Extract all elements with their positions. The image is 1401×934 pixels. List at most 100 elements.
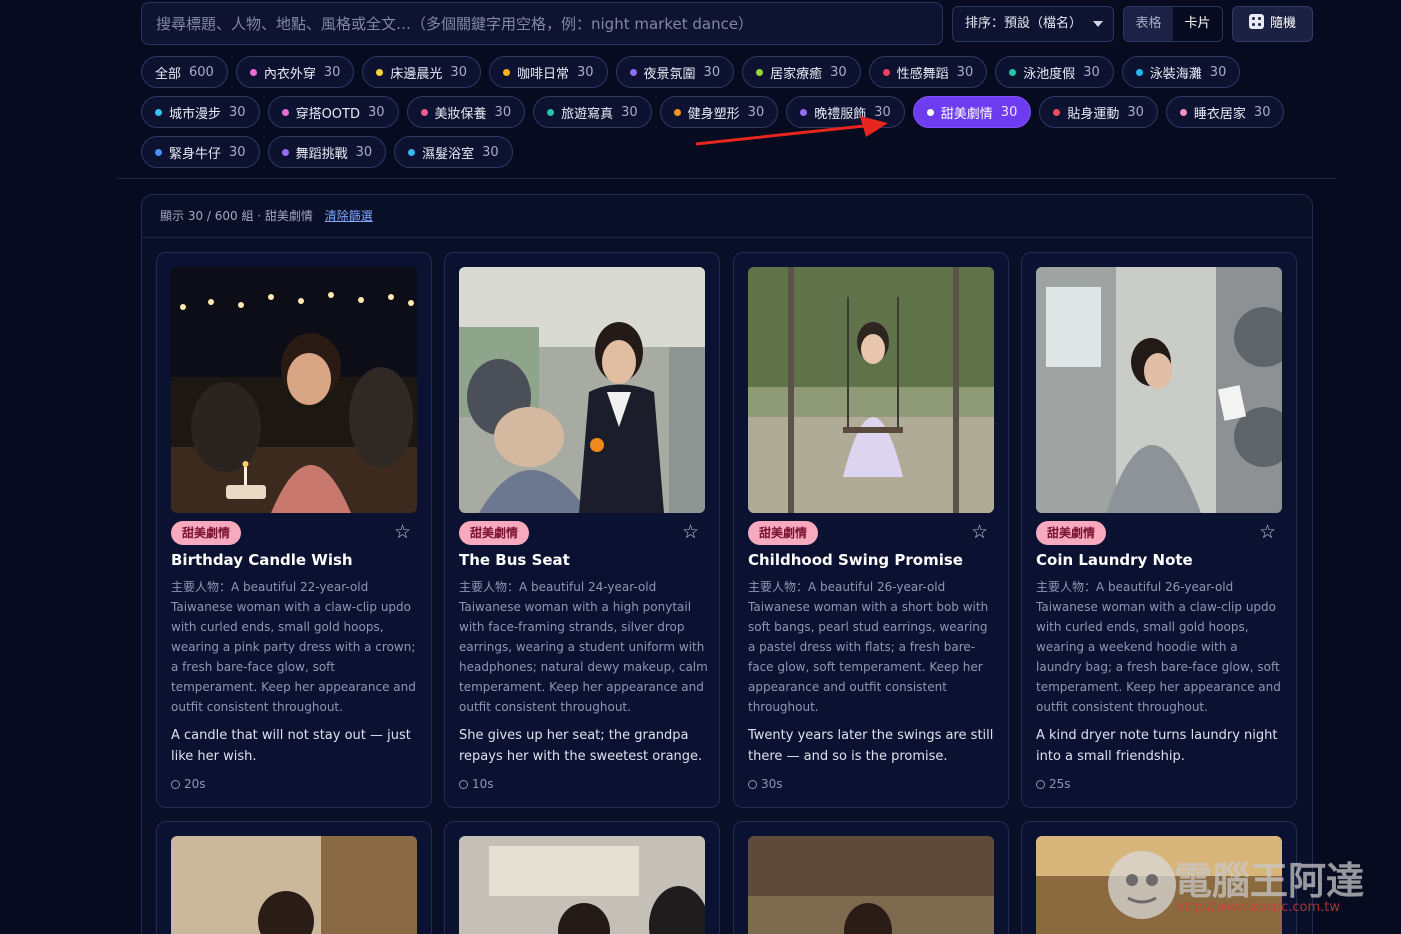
dot-icon <box>673 108 681 116</box>
category-chip[interactable]: 咖啡日常 30 <box>488 56 608 88</box>
story-card[interactable] <box>156 821 432 934</box>
duration-value: 10s <box>472 777 494 791</box>
watermark-logo: 電腦王阿達 http://www.kocpc.com.tw <box>1100 840 1390 930</box>
card-thumbnail <box>171 267 417 513</box>
favorite-star-icon[interactable]: ☆ <box>682 521 699 543</box>
clock-icon <box>171 780 180 789</box>
dot-icon <box>926 108 934 116</box>
favorite-star-icon[interactable]: ☆ <box>971 521 988 543</box>
card-duration: 10s <box>459 777 494 791</box>
category-chip[interactable]: 居家療癒 30 <box>742 56 861 88</box>
results-summary: 顯示 30 / 600 組 · 甜美劇情 <box>160 209 313 223</box>
chip-label: 內衣外穿 <box>263 66 316 82</box>
chip-count: 30 <box>355 144 373 160</box>
category-chip[interactable]: 旅遊寫真 30 <box>533 96 652 128</box>
category-chip[interactable]: 床邊晨光 30 <box>362 56 481 88</box>
view-toggle: 表格 卡片 <box>1123 6 1223 42</box>
card-thumbnail <box>459 267 705 513</box>
story-card[interactable] <box>444 821 720 934</box>
chip-count: 30 <box>1000 104 1018 120</box>
chip-label: 緊身牛仔 <box>169 146 222 162</box>
category-chip[interactable]: 泳裝海灘 30 <box>1121 56 1241 88</box>
chip-count: 30 <box>367 104 385 120</box>
card-thumbnail <box>459 836 705 934</box>
chip-label: 性感舞蹈 <box>896 66 949 82</box>
category-chip[interactable]: 貼身運動 30 <box>1039 96 1158 128</box>
category-chip[interactable]: 內衣外穿 30 <box>235 56 355 88</box>
chip-label: 居家療癒 <box>770 66 823 82</box>
duration-value: 20s <box>184 777 206 791</box>
dot-icon <box>1009 68 1017 76</box>
duration-value: 30s <box>761 777 783 791</box>
dot-icon <box>408 148 416 156</box>
card-description: 主要人物：A beautiful 22-year-old Taiwanese w… <box>171 580 416 714</box>
dot-icon <box>155 108 162 116</box>
dot-icon <box>1053 108 1061 116</box>
card-duration: 25s <box>1036 777 1071 791</box>
story-card[interactable]: 甜美劇情 ☆ Childhood Swing Promise 主要人物：A be… <box>733 252 1009 808</box>
chip-count: 30 <box>1127 104 1144 120</box>
category-chip[interactable]: 緊身牛仔 30 <box>141 136 260 168</box>
chip-label: 床邊晨光 <box>390 66 443 82</box>
category-chip[interactable]: 穿搭OOTD 30 <box>267 96 399 128</box>
card-title: The Bus Seat <box>459 551 570 569</box>
category-chip[interactable]: 睡衣居家 30 <box>1165 96 1285 128</box>
chip-row: 緊身牛仔 30 舞蹈挑戰 30 濕髮浴室 30 <box>141 136 513 168</box>
chip-count: 30 <box>1083 64 1100 80</box>
category-chip[interactable]: 泳池度假 30 <box>995 56 1114 88</box>
chip-count: 30 <box>229 104 246 120</box>
category-chip[interactable]: 全部 600 <box>141 56 228 88</box>
category-chip[interactable]: 城市漫步 30 <box>141 96 260 128</box>
category-chip[interactable]: 舞蹈挑戰 30 <box>267 136 387 168</box>
chip-label: 泳裝海灘 <box>1149 66 1202 82</box>
favorite-star-icon[interactable]: ☆ <box>394 521 411 543</box>
story-card[interactable]: 甜美劇情 ☆ Coin Laundry Note 主要人物：A beautifu… <box>1021 252 1297 808</box>
dice-icon <box>1248 14 1264 29</box>
view-table-button[interactable]: 表格 <box>1124 7 1173 41</box>
card-tagline: A candle that will not stay out — just l… <box>171 728 411 764</box>
card-tag: 甜美劇情 <box>1036 521 1107 545</box>
favorite-star-icon[interactable]: ☆ <box>1259 521 1276 543</box>
chip-count: 30 <box>1209 64 1227 80</box>
dot-icon <box>1179 108 1187 116</box>
chip-count: 30 <box>494 104 512 120</box>
card-thumbnail <box>748 836 994 934</box>
view-card-button[interactable]: 卡片 <box>1173 7 1222 41</box>
chip-label: 舞蹈挑戰 <box>295 146 348 162</box>
story-card[interactable] <box>733 821 1009 934</box>
chip-label: 美妝保養 <box>434 106 487 122</box>
card-thumbnail <box>748 267 994 513</box>
dot-icon <box>1135 68 1143 76</box>
clock-icon <box>748 780 757 789</box>
duration-value: 25s <box>1049 777 1071 791</box>
category-chip[interactable]: 夜景氛圍 30 <box>615 56 735 88</box>
search-input[interactable] <box>141 2 943 45</box>
chevron-down-icon <box>1093 21 1103 27</box>
chip-count: 600 <box>189 64 214 80</box>
dot-icon <box>281 108 289 116</box>
chip-label: 穿搭OOTD <box>295 106 360 122</box>
chip-count: 30 <box>621 104 638 120</box>
category-chip[interactable]: 甜美劇情 30 <box>912 96 1032 128</box>
random-button[interactable]: 隨機 <box>1232 6 1313 42</box>
clear-filter-link[interactable]: 清除篩選 <box>325 209 373 223</box>
dot-icon <box>547 108 555 116</box>
story-card[interactable]: 甜美劇情 ☆ Birthday Candle Wish 主要人物：A beaut… <box>156 252 432 808</box>
chip-label: 夜景氛圍 <box>643 66 696 82</box>
watermark-url: http://www.kocpc.com.tw <box>1176 900 1340 915</box>
category-chip[interactable]: 性感舞蹈 30 <box>868 56 988 88</box>
category-chip[interactable]: 美妝保養 30 <box>406 96 526 128</box>
chip-count: 30 <box>229 144 246 160</box>
sort-select[interactable]: 排序：預設（檔名） <box>952 6 1114 42</box>
card-tag: 甜美劇情 <box>171 521 242 545</box>
chip-label: 泳池度假 <box>1023 66 1076 82</box>
card-tagline: Twenty years later the swings are still … <box>748 728 994 764</box>
chip-row: 全部 600 內衣外穿 30 床邊晨光 30 咖啡日常 30 夜景氛圍 30 居家療癒 30 性感舞蹈 3… <box>141 56 1241 88</box>
category-chip[interactable]: 濕髮浴室 30 <box>394 136 513 168</box>
annotation-arrow-icon <box>695 116 888 146</box>
chip-label: 旅遊寫真 <box>561 106 614 122</box>
card-title: Birthday Candle Wish <box>171 551 353 569</box>
dot-icon <box>420 108 428 116</box>
story-card[interactable]: 甜美劇情 ☆ The Bus Seat 主要人物：A beautiful 24-… <box>444 252 720 808</box>
card-tagline: A kind dryer note turns laundry night in… <box>1036 728 1278 764</box>
